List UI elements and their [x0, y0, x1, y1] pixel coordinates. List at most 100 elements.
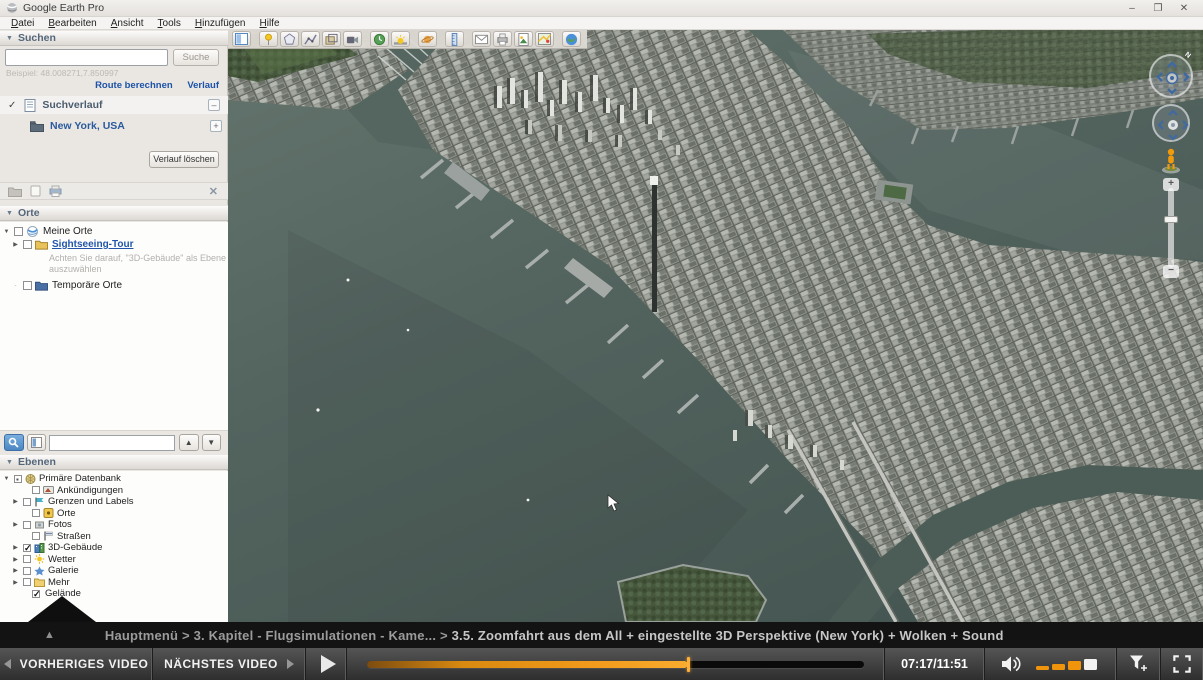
minimize-button[interactable]: –	[1119, 3, 1145, 14]
zoom-track[interactable]	[1168, 188, 1174, 268]
tree-row-layer[interactable]: ▶ Wetter	[0, 554, 228, 566]
expand-entry-button[interactable]: +	[210, 120, 222, 132]
progress-bar[interactable]	[347, 648, 885, 680]
add-path-icon[interactable]	[301, 31, 320, 47]
close-panel-icon[interactable]: ✕	[209, 185, 218, 198]
previous-video-button[interactable]: VORHERIGES VIDEO	[0, 648, 153, 680]
tree-row-tour[interactable]: ▶ Sightseeing-Tour	[0, 238, 228, 251]
menu-hinzufuegen[interactable]: Hinzufügen	[188, 18, 253, 29]
playhead[interactable]	[687, 657, 690, 672]
tree-row-layer-3d[interactable]: ▶ 3D-Gebäude	[0, 542, 228, 554]
menu-datei[interactable]: Datei	[4, 18, 41, 29]
checkbox-primary-db[interactable]	[14, 475, 22, 483]
fullscreen-button[interactable]	[1161, 648, 1203, 680]
layers-panel-header[interactable]: ▼ Ebenen	[0, 454, 228, 470]
zoom-handle[interactable]	[1164, 216, 1178, 223]
progress-track[interactable]	[367, 661, 864, 668]
up-triangle-icon[interactable]: ▲	[44, 629, 55, 641]
print-icon[interactable]	[49, 185, 62, 197]
checkbox-temporary[interactable]	[23, 281, 32, 290]
look-joystick[interactable]: N	[1149, 54, 1193, 98]
volume-bar[interactable]	[1036, 666, 1049, 670]
checkbox-mehr[interactable]	[23, 578, 31, 586]
print-icon[interactable]	[493, 31, 512, 47]
add-polygon-icon[interactable]	[280, 31, 299, 47]
checkbox-grenzen[interactable]	[23, 498, 31, 506]
expander-icon[interactable]: ▶	[11, 567, 20, 574]
find-prev-button[interactable]: ▲	[179, 434, 199, 451]
toggle-sidebar-icon[interactable]	[232, 31, 251, 47]
menu-hilfe[interactable]: Hilfe	[253, 18, 287, 29]
collapse-history-button[interactable]: –	[208, 99, 220, 111]
email-icon[interactable]	[472, 31, 491, 47]
ruler-icon[interactable]	[445, 31, 464, 47]
tree-row-layer[interactable]: Ankündigungen	[0, 485, 228, 497]
zoom-slider[interactable]: + −	[1163, 178, 1179, 278]
tree-row-primary-db[interactable]: ▼ Primäre Datenbank	[0, 473, 228, 485]
tree-row-layer[interactable]: Straßen	[0, 531, 228, 543]
volume-level-bars[interactable]	[1036, 659, 1100, 670]
expander-icon[interactable]: ▶	[11, 498, 20, 505]
next-video-button[interactable]: NÄCHSTES VIDEO	[153, 648, 306, 680]
clear-history-button[interactable]: Verlauf löschen	[149, 151, 219, 168]
view-in-google-maps-icon[interactable]	[535, 31, 554, 47]
layer-view-button[interactable]	[27, 434, 47, 451]
expander-icon[interactable]: ▶	[11, 521, 20, 528]
volume-bar[interactable]	[1084, 659, 1097, 670]
tree-row-temporary[interactable]: - Temporäre Orte	[0, 279, 228, 292]
close-button[interactable]: ✕	[1171, 3, 1197, 14]
places-panel-header[interactable]: ▼ Orte	[0, 205, 228, 221]
tree-row-layer[interactable]: ▶ Galerie	[0, 565, 228, 577]
volume-bar[interactable]	[1068, 661, 1081, 670]
history-link[interactable]: Verlauf	[187, 80, 219, 91]
search-input[interactable]	[5, 49, 168, 66]
historical-imagery-icon[interactable]	[370, 31, 389, 47]
tree-row-layer[interactable]: ▶ Mehr	[0, 577, 228, 589]
speaker-icon[interactable]	[1002, 656, 1024, 672]
checkbox-galerie[interactable]	[23, 567, 31, 575]
search-history-header[interactable]: ✓ Suchverlauf –	[0, 96, 228, 114]
record-tour-icon[interactable]	[343, 31, 362, 47]
expander-icon[interactable]: ▼	[2, 476, 11, 482]
map-viewport[interactable]: N	[228, 30, 1203, 622]
earth-globe-icon[interactable]	[562, 31, 581, 47]
planets-icon[interactable]	[418, 31, 437, 47]
find-layers-button[interactable]	[4, 434, 24, 451]
filter-button[interactable]	[1117, 648, 1161, 680]
menu-pointer-triangle[interactable]	[28, 596, 96, 622]
search-panel-header[interactable]: ▼ Suchen	[0, 30, 228, 46]
expander-icon[interactable]: ▼	[2, 229, 11, 235]
checkbox-3d-gebaeude[interactable]	[23, 544, 31, 552]
expander-icon[interactable]: ▶	[11, 544, 20, 551]
tree-row-layer[interactable]: Orte	[0, 508, 228, 520]
zoom-out-button[interactable]: −	[1163, 265, 1179, 278]
add-image-overlay-icon[interactable]	[322, 31, 341, 47]
volume-bar[interactable]	[1052, 664, 1065, 670]
find-next-button[interactable]: ▼	[202, 434, 222, 451]
copy-note-icon[interactable]	[30, 185, 41, 197]
pegman-street-view[interactable]	[1159, 146, 1183, 174]
add-folder-icon[interactable]	[8, 186, 22, 197]
history-entry-row[interactable]: New York, USA +	[30, 120, 222, 132]
menu-ansicht[interactable]: Ansicht	[104, 18, 151, 29]
expander-icon[interactable]: ▶	[11, 241, 20, 248]
search-button[interactable]: Suche	[173, 49, 219, 66]
checkbox-ankuendigungen[interactable]	[32, 486, 40, 494]
volume-control[interactable]	[985, 648, 1117, 680]
tree-row-my-places[interactable]: ▼ Meine Orte	[0, 225, 228, 238]
sunlight-icon[interactable]	[391, 31, 410, 47]
checkbox-wetter[interactable]	[23, 555, 31, 563]
zoom-in-button[interactable]: +	[1163, 178, 1179, 191]
route-link[interactable]: Route berechnen	[95, 80, 173, 91]
tour-label[interactable]: Sightseeing-Tour	[52, 239, 133, 250]
checkbox-fotos[interactable]	[23, 521, 31, 529]
menu-bearbeiten[interactable]: Bearbeiten	[41, 18, 103, 29]
checkbox-orte[interactable]	[32, 509, 40, 517]
checkbox-strassen[interactable]	[32, 532, 40, 540]
tree-row-layer[interactable]: ▶ Fotos	[0, 519, 228, 531]
tree-row-layer[interactable]: ▶ Grenzen und Labels	[0, 496, 228, 508]
add-placemark-icon[interactable]	[259, 31, 278, 47]
checkbox-my-places[interactable]	[14, 227, 23, 236]
expander-icon[interactable]: ▶	[11, 556, 20, 563]
move-joystick[interactable]	[1152, 104, 1190, 142]
